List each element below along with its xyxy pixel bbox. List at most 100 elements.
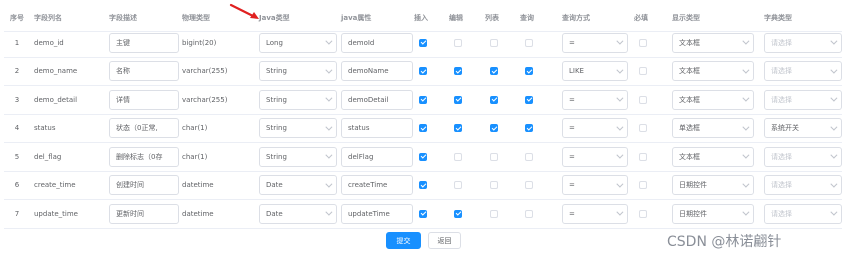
header-required: 必填 <box>634 13 648 22</box>
display-type-select-value: 文本框 <box>679 38 700 47</box>
list-checkbox[interactable] <box>490 95 498 104</box>
java-type-select[interactable]: String <box>259 61 337 82</box>
dict-type-select-value: 请选择 <box>771 95 792 104</box>
required-checkbox[interactable] <box>639 38 647 47</box>
insert-checkbox[interactable] <box>419 209 427 218</box>
query-type-select[interactable]: = <box>562 146 628 167</box>
query-type-select-value: = <box>569 95 575 104</box>
query-type-select[interactable]: LIKE <box>562 61 628 82</box>
chevron-down-icon <box>742 180 750 188</box>
chevron-down-icon <box>616 208 624 216</box>
query-type-select[interactable]: = <box>562 203 628 224</box>
query-type-select[interactable]: = <box>562 32 628 53</box>
display-type-select[interactable]: 日期控件 <box>672 203 754 224</box>
description-input[interactable]: 详情 <box>109 89 179 110</box>
list-checkbox[interactable] <box>490 124 498 133</box>
display-type-select[interactable]: 文本框 <box>672 146 754 167</box>
query-checkbox[interactable] <box>525 124 533 133</box>
required-checkbox[interactable] <box>639 95 647 104</box>
list-cell <box>485 143 503 171</box>
java-property-input[interactable]: createTime <box>341 175 413 196</box>
required-checkbox[interactable] <box>639 209 647 218</box>
dict-type-cell: 请选择 <box>764 58 842 86</box>
description-input[interactable]: 名称 <box>109 61 179 82</box>
java-type-select[interactable]: String <box>259 89 337 110</box>
description-input[interactable]: 删除标志（0存 <box>109 146 179 167</box>
required-checkbox[interactable] <box>639 181 647 190</box>
required-checkbox[interactable] <box>639 152 647 161</box>
display-type-select[interactable]: 单选框 <box>672 118 754 139</box>
java-property-input[interactable]: status <box>341 118 413 139</box>
query-type-cell: = <box>562 200 628 228</box>
list-checkbox[interactable] <box>490 209 498 218</box>
chevron-down-icon <box>830 66 838 74</box>
insert-checkbox[interactable] <box>419 181 427 190</box>
display-type-select-value: 日期控件 <box>679 181 707 190</box>
java-property-input[interactable]: delFlag <box>341 146 413 167</box>
dict-type-select[interactable]: 请选择 <box>764 32 842 53</box>
java-type-select[interactable]: String <box>259 118 337 139</box>
list-checkbox[interactable] <box>490 67 498 76</box>
java-type-select[interactable]: Long <box>259 32 337 53</box>
java-type-select[interactable]: Date <box>259 175 337 196</box>
edit-checkbox[interactable] <box>454 38 462 47</box>
dict-type-select[interactable]: 请选择 <box>764 61 842 82</box>
java-type-select[interactable]: Date <box>259 203 337 224</box>
query-type-select[interactable]: = <box>562 89 628 110</box>
query-type-select[interactable]: = <box>562 118 628 139</box>
dict-type-select-value: 请选择 <box>771 38 792 47</box>
dict-type-select[interactable]: 请选择 <box>764 175 842 196</box>
dict-type-select[interactable]: 请选择 <box>764 89 842 110</box>
required-checkbox[interactable] <box>639 124 647 133</box>
dict-type-select[interactable]: 系统开关 <box>764 118 842 139</box>
description-input[interactable]: 状态（0正常, <box>109 118 179 139</box>
display-type-select[interactable]: 日期控件 <box>672 175 754 196</box>
java-property-input[interactable]: demoDetail <box>341 89 413 110</box>
header-java-property: java属性 <box>341 13 372 22</box>
description-input[interactable]: 更新时间 <box>109 203 179 224</box>
description-input[interactable]: 创建时间 <box>109 175 179 196</box>
insert-checkbox[interactable] <box>419 67 427 76</box>
query-checkbox[interactable] <box>525 209 533 218</box>
submit-button[interactable]: 提交 <box>386 232 421 249</box>
description-input[interactable]: 主键 <box>109 32 179 53</box>
java-property-input[interactable]: demoId <box>341 32 413 53</box>
row-index: 6 <box>14 181 20 190</box>
java-property-input[interactable]: updateTime <box>341 203 413 224</box>
java-type-cell: String <box>259 115 337 143</box>
insert-checkbox[interactable] <box>419 152 427 161</box>
insert-checkbox[interactable] <box>419 95 427 104</box>
list-checkbox[interactable] <box>490 152 498 161</box>
java-type-select[interactable]: String <box>259 146 337 167</box>
dict-type-select[interactable]: 请选择 <box>764 203 842 224</box>
required-checkbox[interactable] <box>639 67 647 76</box>
edit-cell <box>449 172 467 200</box>
query-checkbox[interactable] <box>525 181 533 190</box>
edit-checkbox[interactable] <box>454 181 462 190</box>
insert-checkbox[interactable] <box>419 38 427 47</box>
dict-type-select-value: 请选择 <box>771 67 792 76</box>
display-type-select[interactable]: 文本框 <box>672 32 754 53</box>
query-checkbox[interactable] <box>525 152 533 161</box>
dict-type-select[interactable]: 请选择 <box>764 146 842 167</box>
java-property-input[interactable]: demoName <box>341 61 413 82</box>
query-checkbox[interactable] <box>525 38 533 47</box>
row-index: 4 <box>14 124 20 133</box>
chevron-down-icon <box>830 94 838 102</box>
display-type-select[interactable]: 文本框 <box>672 61 754 82</box>
query-type-select[interactable]: = <box>562 175 628 196</box>
list-checkbox[interactable] <box>490 181 498 190</box>
display-type-select[interactable]: 文本框 <box>672 89 754 110</box>
edit-checkbox[interactable] <box>454 124 462 133</box>
insert-checkbox[interactable] <box>419 124 427 133</box>
edit-checkbox[interactable] <box>454 152 462 161</box>
edit-cell <box>449 29 467 57</box>
header-query: 查询 <box>520 13 534 22</box>
list-checkbox[interactable] <box>490 38 498 47</box>
edit-checkbox[interactable] <box>454 67 462 76</box>
edit-checkbox[interactable] <box>454 95 462 104</box>
query-checkbox[interactable] <box>525 67 533 76</box>
query-checkbox[interactable] <box>525 95 533 104</box>
edit-checkbox[interactable] <box>454 209 462 218</box>
back-button[interactable]: 返回 <box>428 232 461 249</box>
